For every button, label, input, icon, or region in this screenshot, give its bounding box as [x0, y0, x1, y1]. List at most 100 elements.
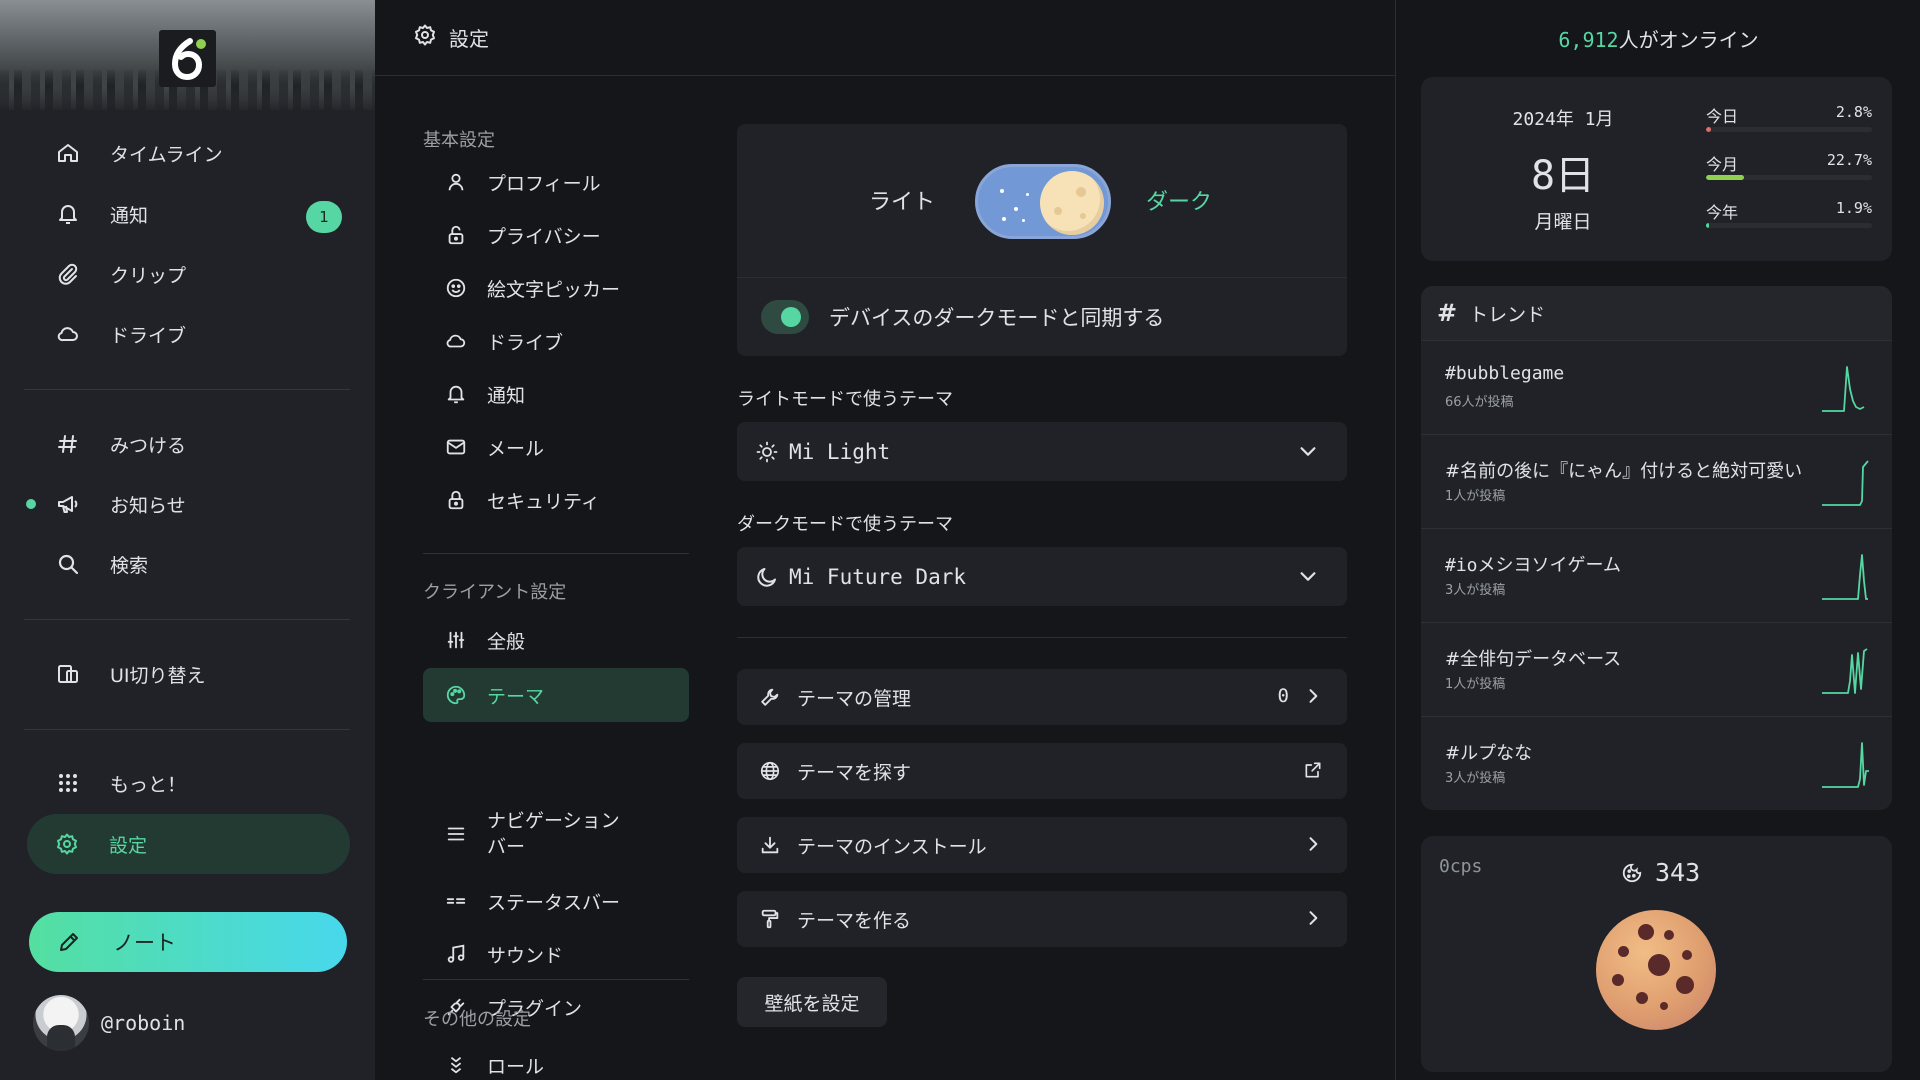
light-theme-select[interactable]: Mi Light — [737, 422, 1347, 481]
settings-item-label: ロール — [487, 1055, 545, 1078]
nav-item-clips[interactable]: クリップ — [28, 249, 348, 299]
manage-themes-label: テーマの管理 — [797, 687, 912, 710]
settings-item-label: テーマ — [487, 685, 545, 708]
stat-label: 今月 — [1706, 155, 1739, 174]
settings-item-drive[interactable]: ドライブ — [423, 319, 689, 363]
search-icon — [28, 552, 110, 576]
calendar-day: 8日 — [1530, 153, 1596, 199]
sync-dark-mode-row[interactable]: デバイスのダークモードと同期する — [737, 277, 1347, 356]
chevron-down-icon — [1300, 447, 1316, 456]
chevron-right-icon — [1309, 689, 1318, 703]
dark-theme-select[interactable]: Mi Future Dark — [737, 547, 1347, 606]
nav-item-label: クリップ — [110, 264, 187, 287]
make-theme-label: テーマを作る — [797, 909, 912, 932]
hash-icon: # — [1437, 299, 1458, 327]
trend-item[interactable]: #名前の後に『にゃん』付けると絶対可愛い 1人が投稿 — [1421, 434, 1892, 528]
trend-tag: #ioメシヨソイゲーム — [1445, 555, 1621, 576]
megaphone-icon — [28, 492, 110, 516]
settings-item-theme[interactable]: テーマ — [423, 668, 689, 722]
wrench-icon — [759, 686, 797, 708]
lock-icon — [423, 489, 487, 511]
settings-item-notifications[interactable]: 通知 — [423, 372, 689, 416]
nav-item-more[interactable]: もっと！ — [28, 758, 348, 808]
settings-item-label: プライバシー — [487, 225, 601, 248]
nav-item-drive[interactable]: ドライブ — [28, 309, 348, 359]
nav-item-search[interactable]: 検索 — [28, 539, 348, 589]
settings-item-label: ステータスバー — [487, 891, 621, 914]
page-header: 設定 — [375, 0, 1395, 76]
cookie-button[interactable] — [1596, 910, 1716, 1030]
settings-item-email[interactable]: メール — [423, 425, 689, 469]
trend-sparkline — [1822, 460, 1869, 506]
nav-item-label: 検索 — [110, 554, 149, 577]
online-label: 人がオンライン — [1618, 28, 1759, 52]
post-note-button[interactable]: ノート — [29, 912, 347, 972]
trend-tag: #名前の後に『にゃん』付けると絶対可愛い — [1445, 461, 1803, 482]
nav-divider — [24, 389, 350, 390]
note-button-label: ノート — [113, 931, 176, 955]
nav-item-announcements[interactable]: お知らせ — [26, 479, 348, 529]
settings-item-sound[interactable]: サウンド — [423, 932, 689, 976]
stat-label: 今年 — [1706, 203, 1739, 222]
instance-logo[interactable] — [159, 30, 216, 87]
trend-item[interactable]: #bubblegame 66人が投稿 — [1421, 340, 1892, 434]
sync-dark-mode-switch[interactable] — [761, 300, 809, 334]
trend-tag: #全俳句データベース — [1445, 649, 1622, 670]
settings-item-label: ナビゲーション バー — [487, 810, 620, 858]
install-theme-button[interactable]: テーマのインストール — [737, 817, 1347, 873]
nav-item-label: タイムライン — [110, 143, 223, 166]
settings-item-privacy[interactable]: プライバシー — [423, 213, 689, 257]
nav-item-label: ドライブ — [110, 324, 187, 347]
sliders-icon — [423, 629, 487, 651]
cookie-clicker-widget: 0cps 343 — [1421, 836, 1892, 1072]
nav-item-explore[interactable]: みつける — [28, 419, 348, 469]
trends-widget: # トレンド #bubblegame 66人が投稿 #名前の後に『にゃん』付ける… — [1421, 286, 1892, 810]
section-title-other: その他の設定 — [423, 1009, 531, 1030]
stat-value: 22.7% — [1826, 151, 1872, 169]
settings-item-statusbar[interactable]: ステータスバー — [423, 879, 689, 923]
settings-category-menu: 基本設定 プロフィール プライバシー 絵文字ピッカー ドライブ 通知 メール セ… — [375, 76, 715, 1080]
nav-item-timeline[interactable]: タイムライン — [28, 128, 348, 178]
notification-badge: 1 — [306, 201, 342, 233]
account-menu[interactable]: @roboin — [33, 995, 185, 1051]
make-theme-button[interactable]: テーマを作る — [737, 891, 1347, 947]
settings-item-label: 通知 — [487, 384, 526, 407]
nav-item-settings[interactable]: 設定 — [27, 814, 350, 874]
settings-item-label: サウンド — [487, 944, 564, 967]
mail-icon — [423, 436, 487, 458]
trend-item[interactable]: #ioメシヨソイゲーム 3人が投稿 — [1421, 528, 1892, 622]
download-icon — [759, 834, 797, 856]
sun-icon — [755, 440, 789, 464]
nav-item-notifications[interactable]: 通知 1 — [28, 189, 348, 239]
settings-item-roles[interactable]: ロール — [423, 1043, 689, 1080]
nav-item-ui-switch[interactable]: UI切り替え — [28, 649, 348, 699]
set-wallpaper-button[interactable]: 壁紙を設定 — [737, 977, 887, 1027]
settings-item-profile[interactable]: プロフィール — [423, 160, 689, 204]
external-link-icon — [1305, 762, 1321, 778]
trend-item[interactable]: #ルプなな 3人が投稿 — [1421, 716, 1892, 810]
settings-item-navbar[interactable]: ナビゲーション バー — [423, 804, 689, 864]
settings-item-general[interactable]: 全般 — [423, 618, 689, 662]
bell-icon — [423, 383, 487, 405]
manage-themes-button[interactable]: テーマの管理 0 — [737, 669, 1347, 725]
dark-theme-label: ダークモードで使うテーマ — [737, 514, 953, 535]
install-theme-label: テーマのインストール — [797, 835, 987, 858]
settings-item-label: プロフィール — [487, 172, 601, 195]
trend-item[interactable]: #全俳句データベース 1人が投稿 — [1421, 622, 1892, 716]
nav-item-label: もっと！ — [110, 773, 187, 796]
trends-header: # トレンド — [1421, 286, 1892, 340]
stat-value: 1.9% — [1835, 199, 1872, 217]
dark-mode-label[interactable]: ダーク — [1146, 184, 1212, 216]
unlock-icon — [423, 224, 487, 246]
settings-item-emoji-picker[interactable]: 絵文字ピッカー — [423, 266, 689, 310]
cookies-per-second: 0cps — [1439, 856, 1483, 877]
installed-theme-count: 0 — [1277, 685, 1289, 707]
dark-mode-toggle[interactable] — [975, 164, 1111, 239]
dark-mode-card: ライト ダーク デバイスのダークモードと同期する — [737, 124, 1347, 356]
cookie-score: 343 — [1621, 858, 1700, 887]
find-themes-button[interactable]: テーマを探す — [737, 743, 1347, 799]
dark-theme-value: Mi Future Dark — [789, 564, 967, 589]
settings-item-security[interactable]: セキュリティ — [423, 478, 689, 522]
stat-progress-fill — [1706, 175, 1744, 180]
light-mode-label[interactable]: ライト — [869, 184, 935, 216]
